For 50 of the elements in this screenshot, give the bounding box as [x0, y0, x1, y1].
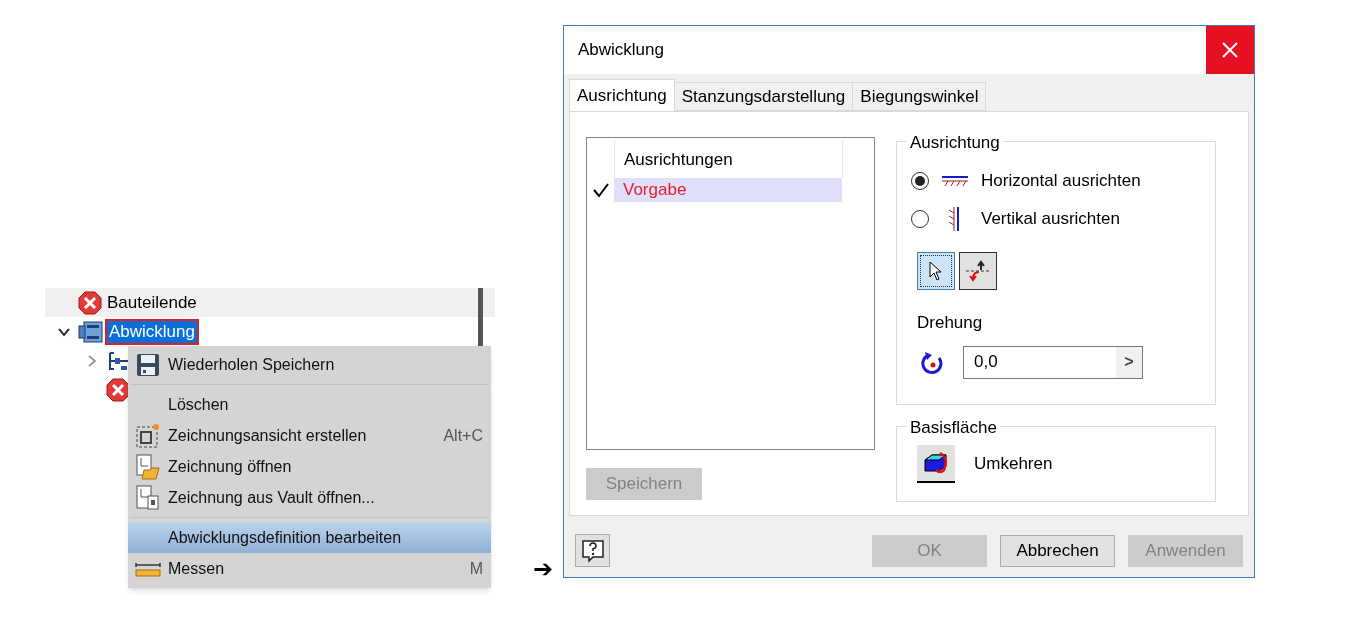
menu-item[interactable]: Zeichnungsansicht erstellen Alt+C: [128, 420, 491, 451]
tab[interactable]: Biegungswinkel: [852, 82, 987, 111]
menu-item[interactable]: Wiederholen Speichern: [128, 349, 491, 380]
list-row[interactable]: Vorgabe: [614, 178, 842, 202]
button-label: Umkehren: [974, 453, 1053, 476]
flip-face-button[interactable]: [917, 445, 955, 483]
chevron-down-icon[interactable]: [57, 326, 71, 337]
drawing-view-icon: [136, 422, 160, 449]
tree-item[interactable]: Abwicklung: [107, 320, 197, 343]
window-title: Abwicklung: [578, 39, 664, 62]
menu-item[interactable]: Messen M: [128, 553, 491, 584]
arrow-glyph: ➔: [533, 554, 553, 584]
vertical-align-icon: [948, 206, 962, 232]
close-icon: [1222, 42, 1238, 58]
document-icon: [136, 484, 160, 511]
folder-document-icon: [136, 453, 160, 480]
help-button[interactable]: [575, 534, 610, 567]
tree-structure-icon: [106, 349, 130, 372]
menu-item[interactable]: Zeichnung aus Vault öffnen...: [128, 482, 491, 513]
menu-item[interactable]: Löschen: [128, 389, 491, 420]
help-icon: [580, 538, 605, 563]
column-header: Ausrichtungen: [624, 148, 733, 171]
horizontal-align-icon: [941, 175, 969, 187]
step-button[interactable]: >: [1116, 346, 1142, 378]
cursor-icon: [929, 261, 943, 281]
dialog-button[interactable]: Abbrechen: [1000, 534, 1115, 567]
shortcut-label: M: [469, 558, 483, 579]
tab[interactable]: Ausrichtung: [569, 79, 675, 112]
shortcut-label: Alt+C: [443, 425, 483, 446]
part-icon: [78, 319, 104, 344]
tab[interactable]: Stanzungsdarstellung: [673, 82, 854, 111]
tool-button[interactable]: [917, 252, 955, 290]
menu-item[interactable]: Abwicklungsdefinition bearbeiten: [128, 522, 491, 553]
error-icon: [78, 290, 102, 315]
option-label: Vertikal ausrichten: [981, 208, 1120, 231]
radio-button[interactable]: [911, 172, 929, 190]
rotation-field[interactable]: 0,0 >: [963, 345, 1143, 379]
close-button[interactable]: [1206, 26, 1254, 74]
ruler-icon: [135, 560, 161, 577]
chevron-right-icon[interactable]: [87, 353, 97, 368]
option-label: Horizontal ausrichten: [981, 170, 1141, 193]
tree-item[interactable]: Bauteilende: [105, 291, 199, 314]
tool-button[interactable]: [959, 252, 997, 290]
rotate-icon: [921, 349, 945, 375]
menu-item[interactable]: Zeichnung öffnen: [128, 451, 491, 482]
box-flip-icon: [922, 450, 950, 476]
rotation-label: Drehung: [917, 312, 984, 334]
radio-button[interactable]: [911, 210, 929, 228]
flip-arrows-icon: [965, 260, 991, 282]
error-icon: [106, 377, 130, 402]
